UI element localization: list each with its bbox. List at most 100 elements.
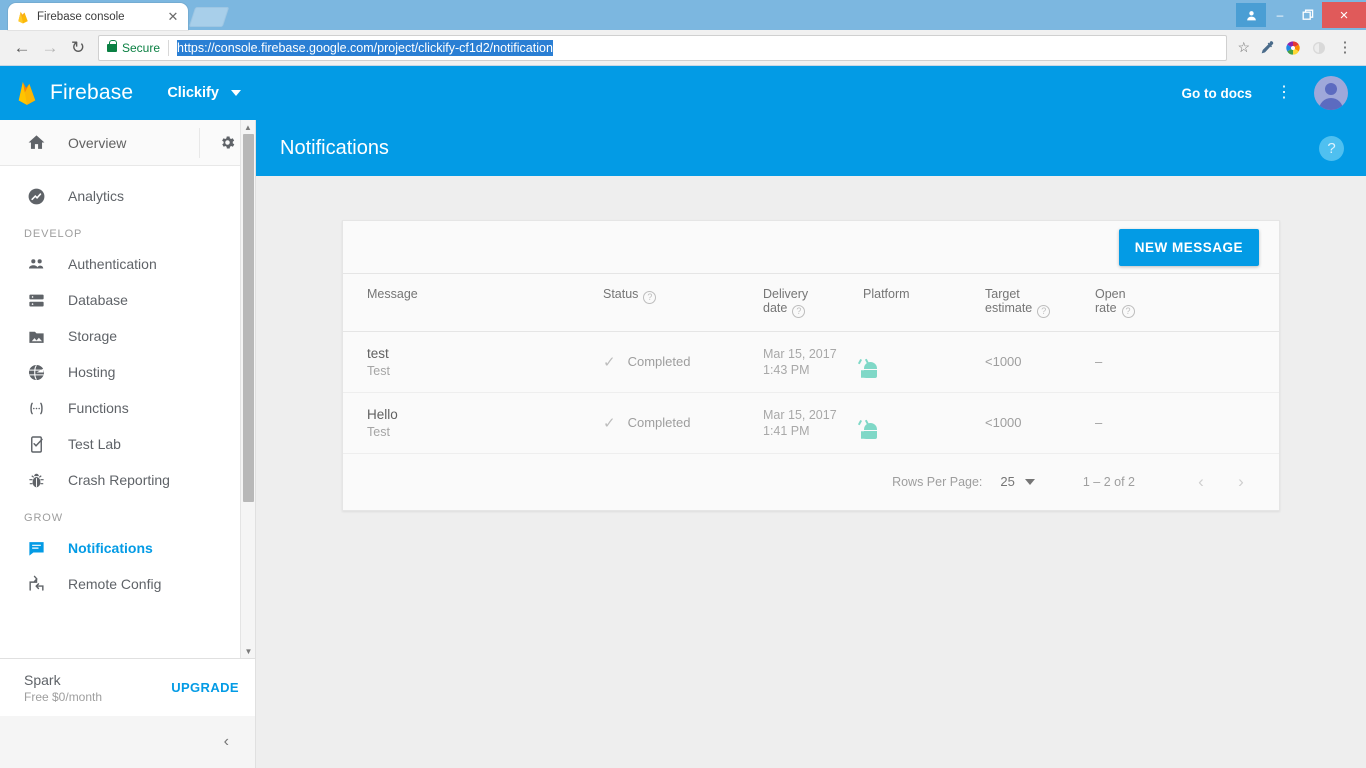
- user-avatar-icon[interactable]: [1314, 76, 1348, 110]
- column-label: Message: [367, 287, 418, 301]
- column-header-status: Status?: [603, 273, 763, 332]
- eyedropper-icon[interactable]: [1254, 35, 1280, 61]
- cell-status: ✓ Completed: [603, 392, 763, 454]
- address-bar[interactable]: Secure https://console.firebase.google.c…: [98, 34, 1228, 61]
- sidebar-item-crash-reporting[interactable]: Crash Reporting: [0, 462, 255, 498]
- firebase-flame-icon: [16, 10, 30, 24]
- sidebar-item-label: Crash Reporting: [68, 472, 170, 488]
- check-icon: ✓: [603, 353, 616, 371]
- back-button[interactable]: ←: [8, 34, 36, 62]
- sidebar-item-storage[interactable]: Storage: [0, 318, 255, 354]
- globe-icon: [24, 363, 48, 382]
- cell-delivery-date: Mar 15, 2017 1:43 PM: [763, 331, 863, 393]
- cell-platform: [857, 392, 985, 454]
- column-label-line1: Target: [985, 287, 1020, 301]
- sidebar-item-authentication[interactable]: Authentication: [0, 246, 255, 282]
- chevron-left-icon[interactable]: ‹: [224, 733, 229, 751]
- previous-page-button[interactable]: ‹: [1181, 472, 1221, 492]
- rows-per-page-select[interactable]: 25: [1000, 474, 1014, 489]
- help-question-icon[interactable]: ?: [1121, 304, 1135, 318]
- table-row[interactable]: test Test ✓ Completed Mar 15, 2017 1:43 …: [343, 331, 1279, 393]
- help-question-icon[interactable]: ?: [643, 290, 657, 304]
- sidebar-item-label: Authentication: [68, 256, 157, 272]
- sidebar-item-label: Database: [68, 292, 128, 308]
- sidebar-collapse-bar: ‹: [0, 716, 255, 768]
- sidebar-item-analytics[interactable]: Analytics: [0, 178, 255, 214]
- tab-title: Firebase console: [37, 10, 125, 23]
- status-text: Completed: [627, 415, 691, 430]
- sidebar-item-label: Functions: [68, 400, 129, 416]
- sidebar-item-notifications[interactable]: Notifications: [0, 530, 255, 566]
- help-question-icon[interactable]: ?: [1037, 304, 1051, 318]
- project-selector[interactable]: Clickify: [167, 85, 241, 101]
- close-button[interactable]: ×: [1322, 2, 1366, 28]
- message-subtitle: Test: [367, 363, 390, 378]
- plan-details: Free $0/month: [24, 689, 103, 704]
- color-wheel-icon[interactable]: [1280, 35, 1306, 61]
- column-label-line2: rate: [1095, 301, 1117, 315]
- page-title: Notifications: [280, 136, 389, 159]
- omnibox-divider: [168, 39, 170, 56]
- column-label-line2: estimate: [985, 301, 1033, 315]
- next-page-button[interactable]: ›: [1221, 472, 1261, 492]
- user-account-icon[interactable]: [1236, 3, 1266, 27]
- sidebar-item-overview[interactable]: Overview: [0, 120, 255, 166]
- lock-icon: [107, 39, 117, 52]
- url-text[interactable]: https://console.firebase.google.com/proj…: [177, 39, 553, 56]
- delivery-time: 1:43 PM: [763, 362, 810, 377]
- sidebar-item-remote-config[interactable]: Remote Config: [0, 566, 255, 602]
- go-to-docs-link[interactable]: Go to docs: [1182, 86, 1253, 101]
- new-tab-icon[interactable]: [188, 7, 230, 27]
- sidebar-scrollbar[interactable]: ▲ ▼: [240, 120, 255, 658]
- chrome-menu-kebab-icon[interactable]: ⋮: [1332, 35, 1358, 61]
- extension-disabled-icon[interactable]: [1306, 35, 1332, 61]
- sidebar-section-develop: DEVELOP: [24, 228, 83, 240]
- status-wrap: ✓ Completed: [603, 414, 763, 432]
- chevron-down-icon[interactable]: [1024, 478, 1035, 485]
- column-header-open-rate: Open rate?: [1095, 273, 1279, 332]
- caret-down-icon[interactable]: ▼: [241, 644, 255, 658]
- rows-per-page-label: Rows Per Page:: [892, 474, 983, 489]
- upgrade-button[interactable]: UPGRADE: [171, 680, 239, 695]
- caret-up-icon[interactable]: ▲: [241, 120, 255, 134]
- vertical-kebab-icon[interactable]: ⋮: [1276, 85, 1292, 101]
- sidebar-item-database[interactable]: Database: [0, 282, 255, 318]
- sidebar-item-label: Test Lab: [68, 436, 121, 452]
- sidebar-item-test-lab[interactable]: Test Lab: [0, 426, 255, 462]
- sidebar-item-label: Remote Config: [68, 576, 162, 592]
- help-question-icon[interactable]: ?: [1319, 135, 1344, 161]
- firebase-brand-title: Firebase: [50, 81, 134, 104]
- sidebar-item-functions[interactable]: Functions: [0, 390, 255, 426]
- people-icon: [24, 255, 48, 274]
- project-name: Clickify: [167, 85, 219, 101]
- column-label: Platform: [863, 287, 910, 301]
- sidebar-item-label: Overview: [68, 134, 127, 151]
- database-icon: [24, 291, 48, 310]
- column-header-target-estimate: Target estimate?: [985, 273, 1095, 332]
- close-icon[interactable]: ✕: [166, 10, 180, 23]
- status-text: Completed: [627, 354, 691, 369]
- scrollbar-thumb[interactable]: [243, 134, 254, 502]
- bookmark-star-icon[interactable]: ☆: [1233, 39, 1254, 56]
- cell-target-estimate: <1000: [985, 392, 1095, 454]
- message-icon: [24, 539, 48, 558]
- app-body: Overview Analytics DEVELOP Authenticatio…: [0, 120, 1366, 768]
- forward-button[interactable]: →: [36, 34, 64, 62]
- new-message-button[interactable]: NEW MESSAGE: [1118, 228, 1259, 266]
- storage-image-icon: [24, 327, 48, 346]
- reload-button[interactable]: ↻: [64, 34, 92, 62]
- table-row[interactable]: Hello Test ✓ Completed Mar 15, 2017 1:41…: [343, 392, 1279, 454]
- firebase-flame-icon: [16, 79, 38, 107]
- main-content: Notifications ? NEW MESSAGE Message Stat…: [256, 120, 1366, 768]
- notifications-table: Message Status? Delivery date? Platform: [343, 273, 1279, 454]
- restore-icon[interactable]: [1294, 3, 1322, 27]
- plan-name: Spark: [24, 671, 61, 688]
- browser-tab-firebase-console[interactable]: Firebase console ✕: [8, 3, 188, 30]
- column-header-delivery-date: Delivery date?: [763, 273, 863, 332]
- sidebar-item-hosting[interactable]: Hosting: [0, 354, 255, 390]
- browser-toolbar: ← → ↻ Secure https://console.firebase.go…: [0, 30, 1366, 66]
- analytics-icon: [24, 187, 48, 206]
- help-question-icon[interactable]: ?: [792, 304, 806, 318]
- column-label: Status: [603, 287, 639, 301]
- minimize-button[interactable]: –: [1266, 3, 1294, 27]
